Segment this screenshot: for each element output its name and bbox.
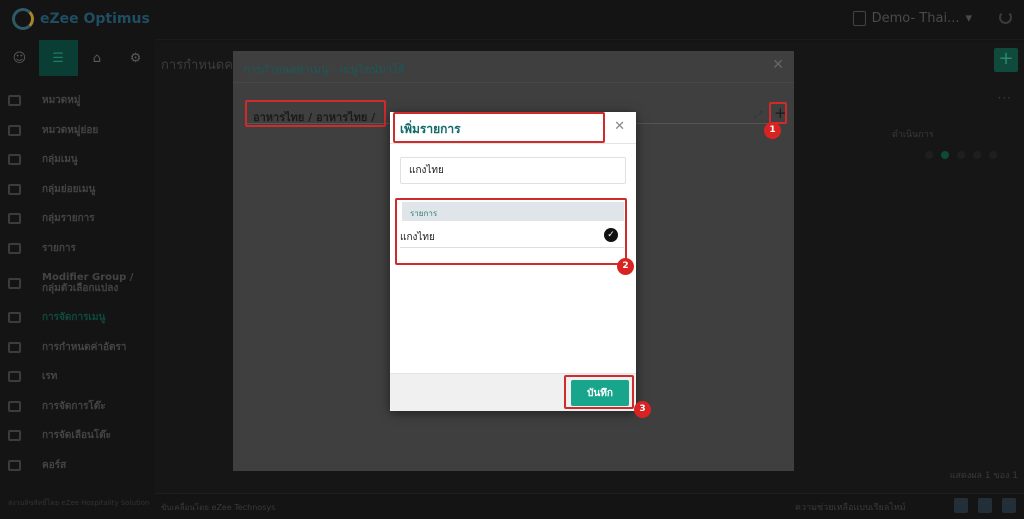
modal-header: การกำหนดค่าเมนู - เมนูไซน์มาโต้ ✕ [233,51,794,83]
dialog-title-highlight [393,112,605,143]
menu-list-icon[interactable]: ☰ [38,40,78,76]
sidebar-item-items[interactable]: รายการ [0,234,155,264]
property-selector[interactable]: Demo- Thai... ▾ [852,11,972,26]
item-list-header: รายการ [402,202,624,221]
logo-mark-icon [12,8,34,30]
tag-icon [8,341,21,353]
user-icon[interactable]: ☺ [0,40,39,76]
bottom-bar: ขับเคลื่อนโดย eZee Technosys ความช่วยเหล… [155,493,1024,519]
modal-title: การกำหนดค่าเมนู - เมนูไซน์มาโต้ [243,63,406,76]
app-logo: eZee Optimus [12,8,150,30]
grid-icon [8,400,21,412]
page-title: การกำหนดค [161,58,233,73]
list-icon [8,95,21,107]
more-options-icon[interactable]: ··· [998,91,1012,105]
add-button[interactable]: + [994,48,1018,72]
apple-icon[interactable] [1002,498,1016,513]
list-icon [8,154,21,166]
list-icon [8,183,21,195]
save-button-highlight [564,375,634,409]
gear-icon[interactable] [925,151,933,159]
sidebar-item-modifier-group[interactable]: Modifier Group / กลุ่มตัวเลือกแปลง [0,263,155,303]
trash-icon[interactable] [973,151,981,159]
tag-icon [8,371,21,383]
step-badge-1: 1 [764,122,781,139]
close-icon[interactable]: ✕ [614,119,625,134]
actions-column-header: ดำเนินการ [892,130,934,140]
add-item-highlight [769,102,787,124]
add-item-dialog: เพิ่มรายการ ✕ รายการ แกงไทย ✓ [390,112,636,411]
store-icons [954,498,1016,513]
link-icon[interactable] [989,151,997,159]
sidebar-item-rate[interactable]: เรท [0,362,155,392]
sidebar-footer: สงวนลิขสิทธิ์โดย eZee Hospitality Soluti… [8,499,150,507]
box-icon [8,242,21,254]
windows-icon[interactable] [954,498,968,513]
sidebar: eZee Optimus ☺ ☰ ⌂ ⚙ หมวดหมู่ หมวดหมู่ย่… [0,0,155,519]
list-icon [8,124,21,136]
sidebar-item-menu-management[interactable]: การจัดการเมนู [0,303,155,333]
chevron-down-icon: ▾ [965,11,972,26]
sidebar-tabs: ☺ ☰ ⌂ ⚙ [0,40,155,76]
box-icon [8,213,21,225]
sidebar-item-menu-subgroup[interactable]: กลุ่มย่อยเมนู [0,175,155,205]
list-item[interactable]: แกงไทย ✓ [400,222,624,248]
sidebar-item-table-layout[interactable]: การจัดเลือนโต๊ะ [0,421,155,451]
gear-icon[interactable]: ⚙ [116,40,155,76]
sidebar-item-rate-config[interactable]: การกำหนดค่าอัตรา [0,333,155,363]
chat-icon [8,430,21,442]
sidebar-item-table-management[interactable]: การจัดการโต๊ะ [0,392,155,422]
status-dot-icon[interactable] [941,151,949,159]
list-icon [8,312,21,324]
list-item-label: แกงไทย [400,232,435,243]
step-badge-3: 3 [634,401,651,418]
property-icon [852,11,866,26]
pagination-info: แสดงผล 1 ของ 1 [949,471,1018,481]
check-icon[interactable]: ✓ [604,228,618,242]
close-icon[interactable]: ✕ [772,57,784,73]
top-bar: Demo- Thai... ▾ [155,0,1024,40]
edit-icon [8,277,21,289]
property-name: Demo- Thai... [871,11,960,26]
puzzle-icon[interactable]: ⌂ [78,40,117,76]
item-search-input[interactable] [400,157,626,184]
logo-text: eZee Optimus [40,11,150,27]
step-badge-2: 2 [617,258,634,275]
expand-icon[interactable]: ⤢ [754,110,762,121]
sidebar-item-item-group[interactable]: กลุ่มรายการ [0,204,155,234]
sidebar-item-subcategory[interactable]: หมวดหมู่ย่อย [0,116,155,146]
play-store-icon[interactable] [978,498,992,513]
square-icon [8,459,21,471]
sidebar-item-category[interactable]: หมวดหมู่ [0,86,155,116]
sidebar-menu: หมวดหมู่ หมวดหมู่ย่อย กลุ่มเมนู กลุ่มย่อ… [0,86,155,480]
dialog-header: เพิ่มรายการ ✕ [390,112,636,144]
powered-by: ขับเคลื่อนโดย eZee Technosys [161,503,276,512]
breadcrumb-highlight [245,100,386,127]
sidebar-item-course[interactable]: คอร์ส [0,451,155,481]
sidebar-item-menu-group[interactable]: กลุ่มเมนู [0,145,155,175]
edit-icon[interactable] [957,151,965,159]
row-action-icons [925,151,997,159]
realtime-help-link[interactable]: ความช่วยเหลือแบบเรียลไทม์ [795,500,906,514]
power-icon[interactable] [999,11,1012,24]
